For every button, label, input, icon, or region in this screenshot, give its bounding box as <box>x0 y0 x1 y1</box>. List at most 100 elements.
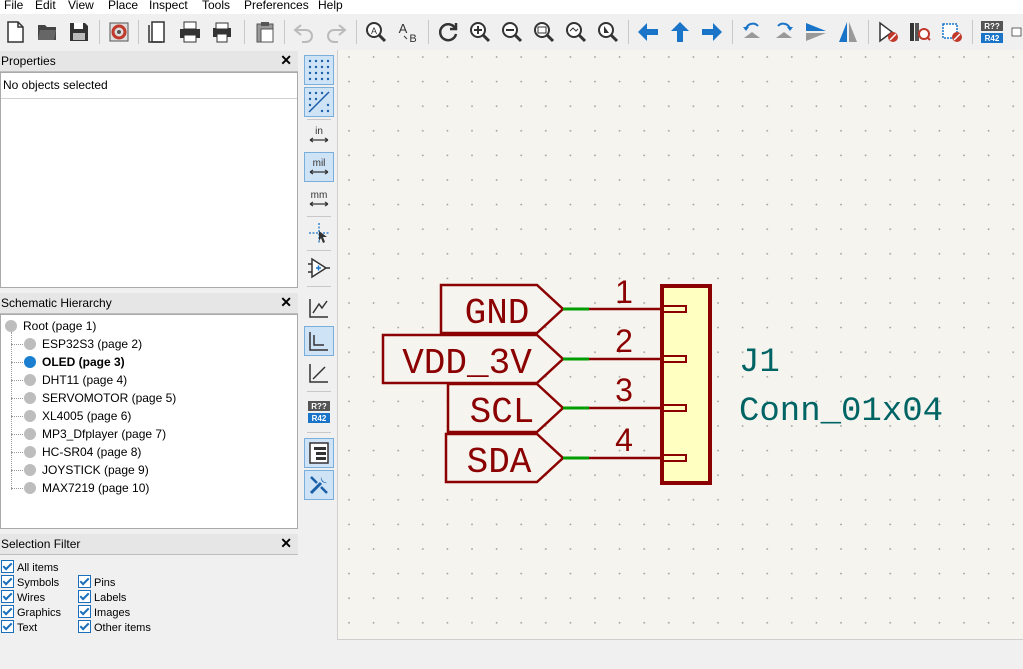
selection-filter-close-button[interactable]: ✕ <box>280 535 292 552</box>
svg-text:A: A <box>399 21 408 36</box>
arrow-left-icon[interactable] <box>635 19 661 45</box>
rotate-ccw-icon[interactable] <box>739 19 765 45</box>
arrow-up-icon[interactable] <box>667 19 693 45</box>
open-icon[interactable] <box>34 19 60 45</box>
menu-view[interactable]: View <box>68 0 94 12</box>
annotate-refs-icon[interactable] <box>1011 19 1023 45</box>
checkbox-checked-icon[interactable] <box>1 590 14 603</box>
symbol-reference[interactable]: J1 <box>739 344 780 382</box>
rotate-cw-icon[interactable] <box>771 19 797 45</box>
properties-close-button[interactable]: ✕ <box>280 52 292 69</box>
selection-filter-panel: All items Symbols Wires Graphics Text Pi… <box>0 555 298 639</box>
print-icon[interactable] <box>177 19 203 45</box>
global-label-text: SCL <box>470 392 535 433</box>
hidden-pins-icon[interactable] <box>304 253 334 283</box>
svg-text:in: in <box>315 126 323 137</box>
properties-title: Properties <box>1 54 56 68</box>
tree-item-root[interactable]: Root (page 1) <box>5 318 96 334</box>
connector-body[interactable] <box>660 284 712 485</box>
svg-text:A: A <box>371 26 377 36</box>
global-label-text: GND <box>465 293 530 334</box>
checkbox-checked-icon[interactable] <box>1 605 14 618</box>
zoom-in-icon[interactable] <box>467 19 493 45</box>
zoom-objects-icon[interactable] <box>563 19 589 45</box>
annotate-icon[interactable]: R?? R42 <box>979 19 1005 45</box>
filter-images[interactable]: Images <box>78 605 130 620</box>
menu-inspect[interactable]: Inspect <box>149 0 188 12</box>
tree-item-sheet[interactable]: XL4005 (page 6) <box>24 408 131 424</box>
tree-item-sheet[interactable]: HC-SR04 (page 8) <box>24 444 141 460</box>
mirror-horizontal-icon[interactable] <box>835 19 861 45</box>
filter-other-items[interactable]: Other items <box>78 620 151 635</box>
tree-item-sheet[interactable]: ESP32S3 (page 2) <box>24 336 142 352</box>
svg-text:mm: mm <box>311 190 328 201</box>
zoom-fit-icon[interactable] <box>531 19 557 45</box>
properties-tools-icon[interactable] <box>304 470 334 500</box>
line-mode-90-icon[interactable] <box>304 326 334 356</box>
plot-icon[interactable] <box>209 19 235 45</box>
unit-mm-button[interactable]: mm <box>304 184 334 214</box>
mirror-vertical-icon[interactable] <box>803 19 829 45</box>
tree-item-sheet[interactable]: MAX7219 (page 10) <box>24 480 149 496</box>
new-icon[interactable] <box>2 19 28 45</box>
refresh-icon[interactable] <box>435 19 461 45</box>
line-mode-free-icon[interactable] <box>304 293 334 323</box>
checkbox-checked-icon[interactable] <box>1 575 14 588</box>
zoom-selection-icon[interactable] <box>595 19 621 45</box>
menu-place[interactable]: Place <box>108 0 138 12</box>
zoom-out-icon[interactable] <box>499 19 525 45</box>
find-icon[interactable]: A <box>363 19 389 45</box>
menu-preferences[interactable]: Preferences <box>244 0 309 12</box>
find-replace-icon[interactable]: AB <box>395 19 421 45</box>
checkbox-checked-icon[interactable] <box>78 605 91 618</box>
selection-filter-header: Selection Filter ✕ <box>0 534 298 555</box>
tree-item-sheet[interactable]: DHT11 (page 4) <box>24 372 127 388</box>
filter-labels[interactable]: Labels <box>78 590 126 605</box>
page-settings-icon[interactable] <box>145 19 171 45</box>
hierarchy-close-button[interactable]: ✕ <box>280 294 292 311</box>
grid-overrides-icon[interactable] <box>304 87 334 117</box>
filter-graphics[interactable]: Graphics <box>1 605 61 620</box>
tree-item-sheet[interactable]: SERVOMOTOR (page 5) <box>24 390 176 406</box>
tree-item-sheet[interactable]: JOYSTICK (page 9) <box>24 462 149 478</box>
filter-symbols[interactable]: Symbols <box>1 575 59 590</box>
erc-icon[interactable] <box>939 19 965 45</box>
redo-icon[interactable] <box>323 19 349 45</box>
line-mode-45-icon[interactable] <box>304 358 334 388</box>
filter-pins[interactable]: Pins <box>78 575 115 590</box>
filter-wires[interactable]: Wires <box>1 590 45 605</box>
sheet-dot-icon <box>24 428 36 440</box>
checkbox-checked-icon[interactable] <box>78 620 91 633</box>
menu-file[interactable]: File <box>4 0 23 12</box>
arrow-right-icon[interactable] <box>699 19 725 45</box>
tree-item-sheet-active[interactable]: OLED (page 3) <box>24 354 125 370</box>
menu-bar: File Edit View Place Inspect Tools Prefe… <box>0 0 1023 14</box>
annotate-badge-icon[interactable]: R?? R42 <box>304 397 334 427</box>
menu-edit[interactable]: Edit <box>35 0 56 12</box>
menu-help[interactable]: Help <box>318 0 343 12</box>
grid-dots-icon[interactable] <box>304 55 334 85</box>
sheet-dot-icon <box>24 392 36 404</box>
filter-text[interactable]: Text <box>1 620 37 635</box>
paste-icon[interactable] <box>252 19 278 45</box>
unit-inches-button[interactable]: in <box>304 120 334 150</box>
checkbox-checked-icon[interactable] <box>1 620 14 633</box>
cursor-crosshair-icon[interactable] <box>304 218 334 248</box>
schematic-setup-icon[interactable] <box>106 19 132 45</box>
filter-all-items[interactable]: All items <box>1 560 59 575</box>
symbol-editor-icon[interactable] <box>875 19 901 45</box>
left-toolbar: in mil mm R?? R42 <box>302 52 336 640</box>
tree-item-sheet[interactable]: MP3_Dfplayer (page 7) <box>24 426 166 442</box>
symbol-value[interactable]: Conn_01x04 <box>739 393 943 431</box>
menu-tools[interactable]: Tools <box>202 0 230 12</box>
symbol-browser-icon[interactable] <box>907 19 933 45</box>
undo-icon[interactable] <box>291 19 317 45</box>
unit-mils-button[interactable]: mil <box>304 152 334 182</box>
schematic-canvas[interactable]: GND VDD_3V SCL SDA 1 2 3 4 J1 Conn_01x04 <box>337 50 1023 640</box>
checkbox-checked-icon[interactable] <box>78 575 91 588</box>
checkbox-checked-icon[interactable] <box>78 590 91 603</box>
save-icon[interactable] <box>66 19 92 45</box>
sheet-dot-icon <box>24 410 36 422</box>
hierarchy-navigator-icon[interactable] <box>304 438 334 468</box>
checkbox-checked-icon[interactable] <box>1 560 14 573</box>
